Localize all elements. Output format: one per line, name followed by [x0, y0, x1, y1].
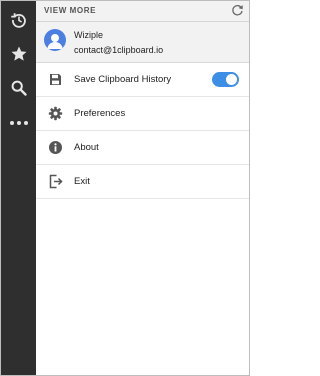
exit-label: Exit [74, 176, 90, 187]
star-icon [10, 45, 28, 63]
app-window: VIEW MORE Wiziple contact@1clipboard.io [0, 0, 250, 376]
avatar [44, 29, 66, 51]
toggle-knob [226, 74, 237, 85]
user-email: contact@1clipboard.io [74, 45, 164, 55]
history-icon [10, 11, 28, 29]
about-item[interactable]: About [36, 131, 249, 165]
panel-header: VIEW MORE [36, 1, 249, 22]
more-button[interactable] [1, 108, 36, 138]
user-name: Wiziple [74, 30, 104, 40]
history-button[interactable] [1, 5, 36, 35]
exit-item[interactable]: Exit [36, 165, 249, 199]
more-icon [9, 119, 29, 127]
save-history-label: Save Clipboard History [74, 74, 172, 85]
info-icon [48, 140, 63, 155]
refresh-icon[interactable] [231, 4, 244, 17]
user-account: Wiziple contact@1clipboard.io [36, 22, 249, 63]
page-title: VIEW MORE [44, 6, 97, 15]
search-button[interactable] [1, 73, 36, 103]
search-icon [10, 79, 28, 97]
preferences-label: Preferences [74, 108, 126, 119]
sidebar-rail [1, 1, 36, 375]
preferences-item[interactable]: Preferences [36, 97, 249, 131]
about-label: About [74, 142, 99, 153]
view-more-panel: VIEW MORE Wiziple contact@1clipboard.io [36, 1, 249, 375]
gear-icon [48, 106, 63, 121]
exit-icon [48, 174, 63, 189]
save-history-toggle[interactable] [212, 72, 239, 87]
save-icon [48, 72, 63, 87]
save-history-item[interactable]: Save Clipboard History [36, 63, 249, 97]
favorites-button[interactable] [1, 39, 36, 69]
